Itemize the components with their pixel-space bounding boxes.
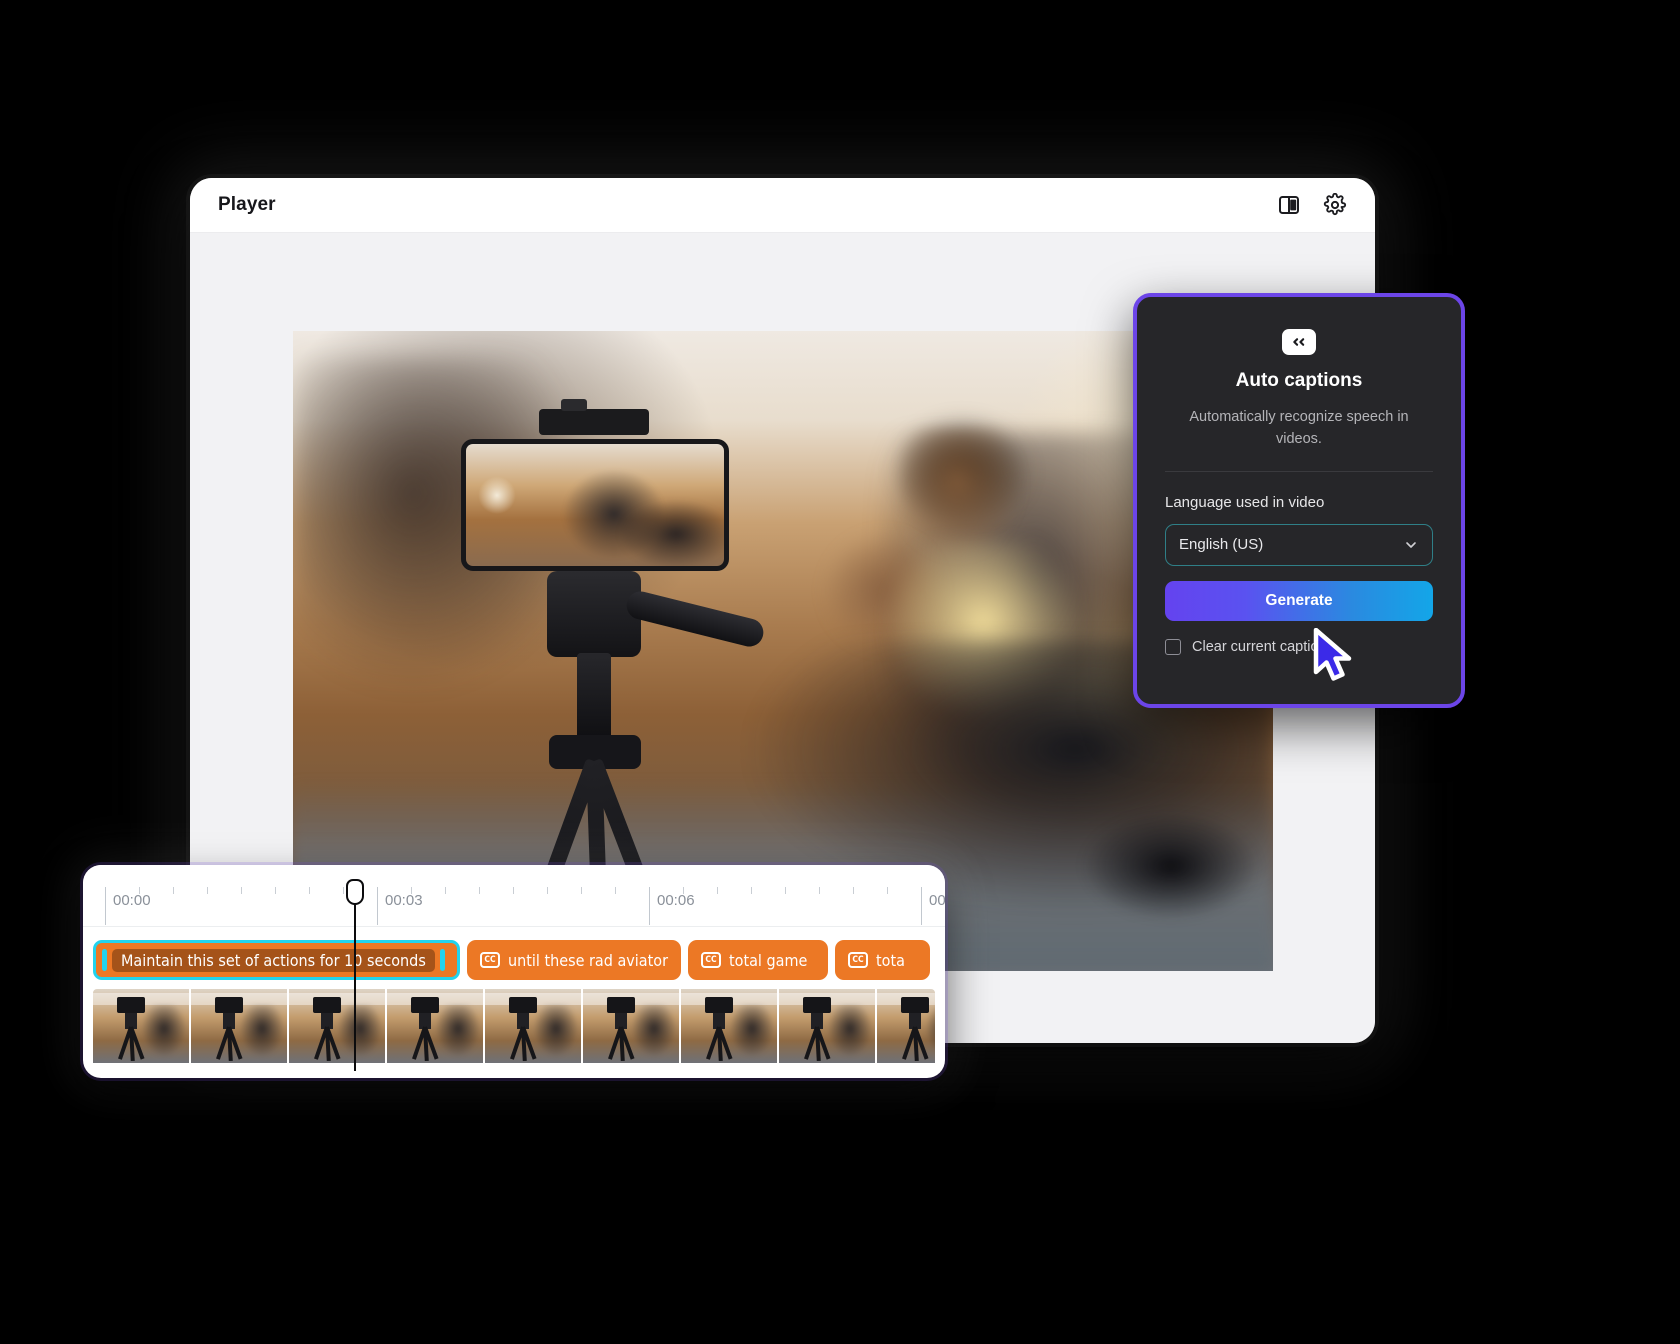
ruler-label-0: 00:00 xyxy=(113,892,151,909)
list-item[interactable] xyxy=(289,989,385,1063)
video-thumbnail-track[interactable] xyxy=(93,989,935,1067)
subject-shoe xyxy=(1081,811,1261,921)
split-view-icon[interactable] xyxy=(1277,193,1301,217)
list-item[interactable] xyxy=(387,989,483,1063)
list-item[interactable] xyxy=(93,989,189,1063)
playhead-stem xyxy=(353,903,357,1071)
chevron-down-icon xyxy=(1403,537,1419,553)
tripod-neck xyxy=(547,571,641,657)
table-row[interactable]: CC tota xyxy=(835,940,930,980)
auto-captions-description: Automatically recognize speech in videos… xyxy=(1189,409,1409,448)
language-select-value: English (US) xyxy=(1179,536,1264,554)
list-item[interactable] xyxy=(191,989,287,1063)
table-row[interactable]: CC until these rad aviator xyxy=(467,940,681,980)
timeline-ruler[interactable]: 00:00 00:03 00:06 00:0 xyxy=(83,865,945,1071)
ruler-label-1: 00:03 xyxy=(385,892,423,909)
language-field-label: Language used in video xyxy=(1165,493,1325,511)
caption-clip-track: Maintain this set of actions for 10 seco… xyxy=(83,927,945,985)
ruler-ticks xyxy=(83,887,945,925)
clip-grip-left[interactable] xyxy=(102,949,107,971)
screenshot-root: Player Auto captions Automatically recog… xyxy=(0,0,1680,1344)
tripod-head xyxy=(539,399,649,435)
list-item[interactable] xyxy=(485,989,581,1063)
auto-captions-panel: Auto captions Automatically recognize sp… xyxy=(1133,293,1465,708)
clip-label: until these rad aviator xyxy=(508,950,668,970)
page-title: Player xyxy=(218,194,276,215)
clip-label: tota xyxy=(876,950,905,970)
clear-current-captions-label: Clear current captions xyxy=(1192,638,1334,655)
ruler-label-3: 00:0 xyxy=(929,892,945,909)
clip-grip-right[interactable] xyxy=(439,949,445,971)
clear-current-captions-checkbox[interactable] xyxy=(1165,638,1181,655)
list-item[interactable] xyxy=(583,989,679,1063)
cc-icon: CC xyxy=(848,952,868,968)
tripod-column xyxy=(577,653,611,743)
list-item[interactable] xyxy=(779,989,875,1063)
table-row[interactable]: Maintain this set of actions for 10 seco… xyxy=(93,940,460,980)
list-item[interactable] xyxy=(681,989,777,1063)
cc-icon: CC xyxy=(480,952,500,968)
auto-captions-title: Auto captions xyxy=(1235,370,1363,391)
ruler-label-2: 00:06 xyxy=(657,892,695,909)
panel-divider xyxy=(1165,470,1433,472)
tripod-handle xyxy=(623,588,767,650)
closed-caption-icon xyxy=(1282,329,1316,355)
window-titlebar: Player xyxy=(190,178,1375,233)
language-select[interactable]: English (US) xyxy=(1165,523,1433,566)
timeline-panel: 00:00 00:03 00:06 00:0 Maintain this set… xyxy=(83,865,945,1078)
generate-button[interactable]: Generate xyxy=(1165,580,1433,621)
clip-label: total game xyxy=(729,950,808,970)
phone-screen xyxy=(466,444,724,566)
table-row[interactable]: CC total game xyxy=(688,940,828,980)
clip-label: Maintain this set of actions for 10 seco… xyxy=(112,948,435,972)
list-item[interactable] xyxy=(877,989,935,1063)
playhead-knob[interactable] xyxy=(346,879,364,905)
cc-icon: CC xyxy=(701,952,721,968)
tripod-phone xyxy=(461,439,729,571)
settings-gear-icon[interactable] xyxy=(1323,192,1347,217)
titlebar-actions xyxy=(1277,192,1347,217)
clear-current-captions-row[interactable]: Clear current captions xyxy=(1165,638,1433,655)
